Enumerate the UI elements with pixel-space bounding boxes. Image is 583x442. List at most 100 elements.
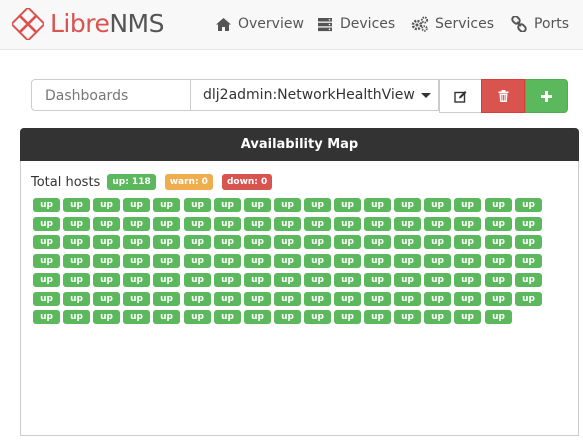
host-status-tile[interactable]: up <box>63 310 90 324</box>
host-status-tile[interactable]: up <box>63 217 90 231</box>
host-status-tile[interactable]: up <box>274 235 301 249</box>
host-status-tile[interactable]: up <box>123 198 150 212</box>
host-status-tile[interactable]: up <box>244 235 271 249</box>
host-status-tile[interactable]: up <box>485 254 512 268</box>
host-status-tile[interactable]: up <box>33 292 60 306</box>
delete-dashboard-button[interactable] <box>481 79 525 113</box>
host-status-tile[interactable]: up <box>184 292 211 306</box>
host-status-tile[interactable]: up <box>244 310 271 324</box>
host-status-tile[interactable]: up <box>274 273 301 287</box>
host-status-tile[interactable]: up <box>244 217 271 231</box>
up-count-badge[interactable]: up: 118 <box>107 174 156 190</box>
host-status-tile[interactable]: up <box>274 310 301 324</box>
host-status-tile[interactable]: up <box>274 198 301 212</box>
host-status-tile[interactable]: up <box>184 254 211 268</box>
host-status-tile[interactable]: up <box>515 198 542 212</box>
host-status-tile[interactable]: up <box>515 235 542 249</box>
host-status-tile[interactable]: up <box>184 217 211 231</box>
host-status-tile[interactable]: up <box>394 217 421 231</box>
host-status-tile[interactable]: up <box>63 292 90 306</box>
host-status-tile[interactable]: up <box>93 292 120 306</box>
host-status-tile[interactable]: up <box>33 217 60 231</box>
host-status-tile[interactable]: up <box>214 273 241 287</box>
host-status-tile[interactable]: up <box>33 310 60 324</box>
host-status-tile[interactable]: up <box>153 310 180 324</box>
host-status-tile[interactable]: up <box>364 235 391 249</box>
host-status-tile[interactable]: up <box>93 235 120 249</box>
host-status-tile[interactable]: up <box>214 198 241 212</box>
host-status-tile[interactable]: up <box>424 273 451 287</box>
host-status-tile[interactable]: up <box>515 217 542 231</box>
host-status-tile[interactable]: up <box>424 217 451 231</box>
host-status-tile[interactable]: up <box>424 254 451 268</box>
host-status-tile[interactable]: up <box>123 254 150 268</box>
host-status-tile[interactable]: up <box>394 235 421 249</box>
host-status-tile[interactable]: up <box>33 273 60 287</box>
host-status-tile[interactable]: up <box>394 292 421 306</box>
host-status-tile[interactable]: up <box>63 235 90 249</box>
host-status-tile[interactable]: up <box>394 273 421 287</box>
nav-services[interactable]: Services <box>411 14 494 34</box>
host-status-tile[interactable]: up <box>214 310 241 324</box>
host-status-tile[interactable]: up <box>123 235 150 249</box>
host-status-tile[interactable]: up <box>63 198 90 212</box>
host-status-tile[interactable]: up <box>63 273 90 287</box>
host-status-tile[interactable]: up <box>33 198 60 212</box>
host-status-tile[interactable]: up <box>274 254 301 268</box>
host-status-tile[interactable]: up <box>123 292 150 306</box>
host-status-tile[interactable]: up <box>334 198 361 212</box>
nav-overview[interactable]: Overview <box>214 14 304 34</box>
brand-logo[interactable]: LibreNMS <box>12 6 164 42</box>
host-status-tile[interactable]: up <box>93 254 120 268</box>
host-status-tile[interactable]: up <box>515 273 542 287</box>
host-status-tile[interactable]: up <box>304 292 331 306</box>
host-status-tile[interactable]: up <box>184 310 211 324</box>
warn-count-badge[interactable]: warn: 0 <box>164 174 213 190</box>
host-status-tile[interactable]: up <box>184 198 211 212</box>
host-status-tile[interactable]: up <box>485 198 512 212</box>
host-status-tile[interactable]: up <box>364 198 391 212</box>
add-dashboard-button[interactable] <box>525 79 568 113</box>
host-status-tile[interactable]: up <box>454 254 481 268</box>
host-status-tile[interactable]: up <box>274 217 301 231</box>
host-status-tile[interactable]: up <box>334 310 361 324</box>
host-status-tile[interactable]: up <box>485 273 512 287</box>
host-status-tile[interactable]: up <box>93 217 120 231</box>
host-status-tile[interactable]: up <box>153 217 180 231</box>
host-status-tile[interactable]: up <box>424 235 451 249</box>
host-status-tile[interactable]: up <box>214 254 241 268</box>
host-status-tile[interactable]: up <box>334 292 361 306</box>
host-status-tile[interactable]: up <box>485 217 512 231</box>
host-status-tile[interactable]: up <box>214 217 241 231</box>
host-status-tile[interactable]: up <box>364 292 391 306</box>
host-status-tile[interactable]: up <box>334 273 361 287</box>
host-status-tile[interactable]: up <box>244 273 271 287</box>
host-status-tile[interactable]: up <box>304 235 331 249</box>
host-status-tile[interactable]: up <box>485 235 512 249</box>
host-status-tile[interactable]: up <box>364 254 391 268</box>
host-status-tile[interactable]: up <box>214 235 241 249</box>
host-status-tile[interactable]: up <box>394 254 421 268</box>
host-status-tile[interactable]: up <box>454 273 481 287</box>
host-status-tile[interactable]: up <box>33 235 60 249</box>
host-status-tile[interactable]: up <box>454 217 481 231</box>
host-status-tile[interactable]: up <box>123 217 150 231</box>
host-status-tile[interactable]: up <box>123 310 150 324</box>
host-status-tile[interactable]: up <box>153 198 180 212</box>
host-status-tile[interactable]: up <box>244 254 271 268</box>
host-status-tile[interactable]: up <box>424 198 451 212</box>
host-status-tile[interactable]: up <box>454 198 481 212</box>
host-status-tile[interactable]: up <box>394 198 421 212</box>
host-status-tile[interactable]: up <box>244 292 271 306</box>
host-status-tile[interactable]: up <box>515 292 542 306</box>
host-status-tile[interactable]: up <box>304 217 331 231</box>
host-status-tile[interactable]: up <box>304 254 331 268</box>
host-status-tile[interactable]: up <box>63 254 90 268</box>
host-status-tile[interactable]: up <box>304 198 331 212</box>
host-status-tile[interactable]: up <box>454 292 481 306</box>
host-status-tile[interactable]: up <box>93 198 120 212</box>
host-status-tile[interactable]: up <box>244 198 271 212</box>
host-status-tile[interactable]: up <box>304 273 331 287</box>
host-status-tile[interactable]: up <box>123 273 150 287</box>
host-status-tile[interactable]: up <box>153 273 180 287</box>
